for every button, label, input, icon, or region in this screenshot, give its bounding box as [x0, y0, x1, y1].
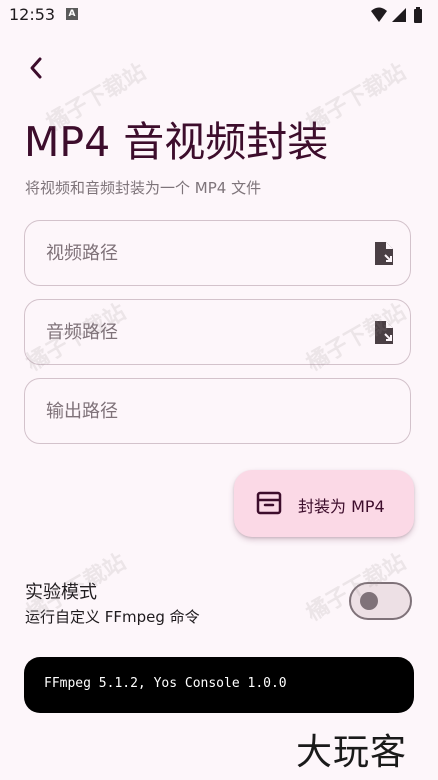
experiment-mode-description: 运行自定义 FFmpeg 命令	[25, 608, 200, 626]
signal-icon	[392, 8, 406, 22]
chevron-left-icon	[30, 57, 42, 79]
file-select-icon[interactable]	[372, 320, 396, 346]
output-path-input[interactable]	[44, 379, 348, 444]
brand-watermark: 大玩客	[296, 732, 408, 773]
console-output: FFmpeg 5.1.2, Yos Console 1.0.0	[24, 657, 414, 713]
page-subtitle: 将视频和音频封装为一个 MP4 文件	[25, 179, 262, 197]
archive-icon	[256, 491, 282, 515]
experiment-mode-toggle[interactable]	[349, 582, 412, 620]
status-time: 12:53	[9, 5, 56, 24]
notification-a-icon: A	[66, 8, 78, 20]
video-path-input[interactable]	[44, 221, 348, 286]
console-text: FFmpeg 5.1.2, Yos Console 1.0.0	[44, 676, 287, 691]
file-select-icon[interactable]	[372, 241, 396, 267]
page-title: MP4 音视频封装	[24, 118, 329, 166]
wifi-icon	[371, 7, 387, 22]
status-icons	[371, 7, 422, 23]
status-bar: 12:53 A	[0, 0, 438, 30]
mux-mp4-label: 封装为 MP4	[298, 497, 385, 516]
experiment-mode-title: 实验模式	[25, 582, 97, 603]
audio-path-input[interactable]	[44, 300, 348, 365]
battery-icon	[414, 7, 422, 23]
toggle-knob	[360, 592, 378, 610]
audio-path-field[interactable]	[24, 299, 411, 365]
video-path-field[interactable]	[24, 220, 411, 286]
output-path-field[interactable]	[24, 378, 411, 444]
back-button[interactable]	[20, 52, 52, 84]
mux-mp4-button[interactable]: 封装为 MP4	[234, 470, 414, 537]
